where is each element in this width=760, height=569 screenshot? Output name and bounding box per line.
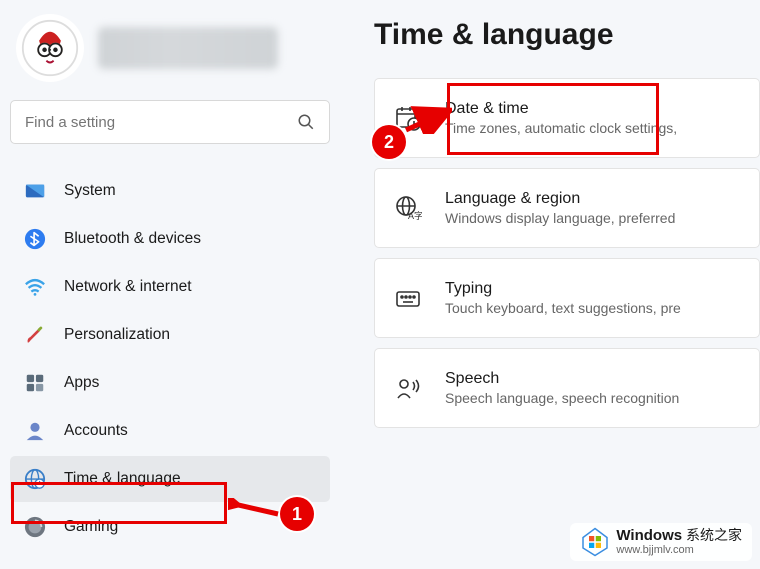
card-language-region[interactable]: A字 Language & region Windows display lan… (374, 168, 760, 248)
sidebar-item-label: System (64, 182, 116, 200)
user-name-redacted (98, 27, 278, 69)
card-desc: Touch keyboard, text suggestions, pre (445, 300, 681, 316)
card-title: Date & time (445, 100, 677, 118)
windows-logo-icon (580, 527, 610, 557)
watermark: Windows 系统之家 www.bjjmlv.com (570, 523, 752, 561)
globe-time-icon (24, 468, 46, 490)
card-speech[interactable]: Speech Speech language, speech recogniti… (374, 348, 760, 428)
card-desc: Speech language, speech recognition (445, 390, 679, 406)
accounts-icon (24, 420, 46, 442)
user-profile-row[interactable] (10, 10, 330, 100)
sidebar-item-label: Apps (64, 374, 99, 392)
annotation-arrow-2 (404, 106, 452, 134)
search-icon (297, 113, 315, 131)
sidebar-item-system[interactable]: System (10, 168, 330, 214)
settings-nav: System Bluetooth & devices Network & int… (10, 168, 330, 550)
card-desc: Time zones, automatic clock settings, (445, 120, 677, 136)
search-input[interactable] (25, 114, 297, 131)
bluetooth-icon (24, 228, 46, 250)
speech-icon (393, 373, 423, 403)
sidebar-item-label: Bluetooth & devices (64, 230, 201, 248)
watermark-brand: Windows (616, 527, 682, 544)
sidebar-item-label: Personalization (64, 326, 170, 344)
annotation-arrow-1 (228, 498, 280, 522)
sidebar-item-bluetooth[interactable]: Bluetooth & devices (10, 216, 330, 262)
sidebar: System Bluetooth & devices Network & int… (0, 0, 340, 569)
annotation-badge-1: 1 (280, 497, 314, 531)
page-title: Time & language (374, 18, 760, 52)
sidebar-item-label: Gaming (64, 518, 118, 536)
gaming-icon (24, 516, 46, 538)
keyboard-icon (393, 283, 423, 313)
search-box[interactable] (10, 100, 330, 144)
sidebar-item-accounts[interactable]: Accounts (10, 408, 330, 454)
card-desc: Windows display language, preferred (445, 210, 675, 226)
sidebar-item-apps[interactable]: Apps (10, 360, 330, 406)
svg-text:A字: A字 (408, 210, 422, 221)
card-title: Typing (445, 280, 681, 298)
language-region-icon: A字 (393, 193, 423, 223)
watermark-url: www.bjjmlv.com (616, 544, 742, 556)
sidebar-item-label: Network & internet (64, 278, 192, 296)
avatar[interactable] (16, 14, 84, 82)
system-icon (24, 180, 46, 202)
sidebar-item-label: Time & language (64, 470, 181, 488)
brush-icon (24, 324, 46, 346)
sidebar-item-network[interactable]: Network & internet (10, 264, 330, 310)
card-title: Language & region (445, 190, 675, 208)
card-title: Speech (445, 370, 679, 388)
sidebar-item-label: Accounts (64, 422, 128, 440)
sidebar-item-personalization[interactable]: Personalization (10, 312, 330, 358)
card-typing[interactable]: Typing Touch keyboard, text suggestions,… (374, 258, 760, 338)
annotation-badge-2: 2 (372, 125, 406, 159)
main-content: Time & language Date & time Time zones, … (340, 0, 760, 569)
watermark-sub: 系统之家 (686, 527, 742, 543)
apps-icon (24, 372, 46, 394)
wifi-icon (24, 276, 46, 298)
sidebar-item-time-language[interactable]: Time & language (10, 456, 330, 502)
